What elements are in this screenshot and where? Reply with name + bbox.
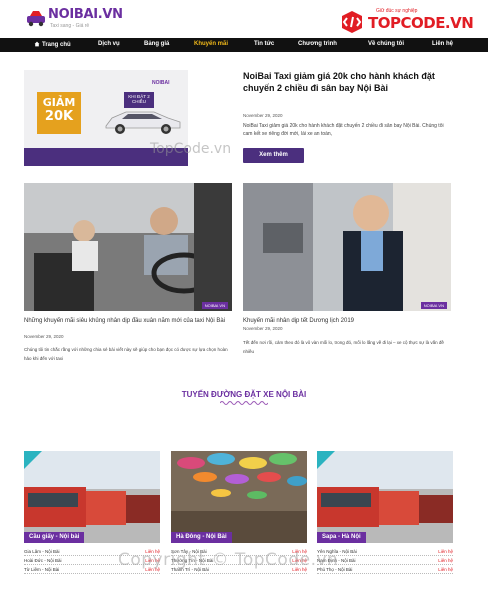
route-card[interactable]: Sapa - Hà Nội — [317, 451, 453, 543]
article-image[interactable]: NOIBAI.VN — [24, 183, 232, 311]
contact-link[interactable]: Liên hệ — [438, 547, 453, 556]
route-card[interactable]: Hà Đông - Nội Bài — [171, 451, 307, 543]
nav-item-news[interactable]: Tin tức — [254, 41, 274, 47]
driver-photo — [243, 183, 451, 311]
car-image — [105, 111, 181, 134]
featured-desc: NoiBai Taxi giảm giá 20k cho hành khách … — [243, 123, 444, 137]
nav-item-promotions[interactable]: Khuyến mãi — [194, 41, 228, 47]
contact-link[interactable]: Liên hệ — [438, 565, 453, 574]
image-watermark: NOIBAI.VN — [420, 302, 447, 309]
topcode-badge-icon — [342, 11, 362, 33]
nav-item-about[interactable]: Về chúng tôi — [368, 41, 404, 47]
topcode-text: TOPCODE.VN — [368, 14, 474, 32]
route-name: Gia Lâm - Nội Bài — [24, 549, 60, 554]
watermark: TopCode.vn — [150, 141, 232, 157]
home-icon — [34, 41, 40, 47]
route-label: Hà Đông - Nội Bài — [171, 532, 232, 543]
article-date: November 29, 2020 — [24, 334, 64, 339]
route-name: Hoài Đức - Nội Bài — [24, 558, 62, 563]
corner-accent — [317, 451, 335, 469]
promo-badge: GIẢM 20K — [37, 92, 81, 134]
corner-accent — [24, 451, 42, 469]
featured-date: November 29, 2020 — [243, 113, 283, 118]
article-title[interactable]: Những khuyến mãi siêu khủng nhân dịp đầu… — [24, 317, 232, 325]
article-title[interactable]: Khuyến mãi nhân dịp tết Dương lịch 2019 — [243, 317, 451, 325]
bus-photo — [24, 451, 160, 543]
topcode-logo[interactable]: Giữ đúc sự nghiệp TOPCODE.VN — [340, 6, 474, 34]
nav-item-programs[interactable]: Chương trình — [298, 41, 337, 47]
article-date: November 29, 2020 — [243, 326, 283, 331]
article-desc: Chúng tôi tin chắc rằng với những chia s… — [24, 347, 228, 361]
route-card[interactable]: Cầu giấy - Nội bài — [24, 451, 160, 543]
nav-item-home[interactable]: Trang chủ — [34, 41, 71, 48]
image-watermark: NOIBAI.VN — [201, 302, 228, 309]
umbrella-street-photo — [171, 451, 307, 543]
car-interior-photo — [24, 183, 232, 311]
nav-item-pricing[interactable]: Bảng giá — [144, 41, 169, 47]
copyright-watermark: Copyright © TopCode.vn — [118, 550, 339, 570]
site-header: NOIBAI.VN Taxi sang - Giá rẻ Giữ đúc sự … — [0, 0, 488, 38]
read-more-button[interactable]: Xem thêm — [243, 148, 304, 163]
route-label: Sapa - Hà Nội — [317, 532, 366, 543]
logo-tagline: Taxi sang - Giá rẻ — [50, 23, 90, 29]
promo-brand: NOIBAI — [152, 80, 170, 86]
route-label: Cầu giấy - Nội bài — [24, 532, 85, 543]
wave-divider-icon — [220, 401, 268, 405]
contact-link[interactable]: Liên hệ — [438, 556, 453, 565]
promo-line2: 20K — [44, 109, 74, 124]
featured-title[interactable]: NoiBai Taxi giảm giá 20k cho hành khách … — [243, 70, 453, 94]
car-icon — [27, 11, 45, 27]
nav-item-services[interactable]: Dịch vụ — [98, 41, 120, 47]
bus-photo — [317, 451, 453, 543]
section-title: TUYẾN ĐƯỜNG ĐẶT XE NỘI BÀI — [181, 390, 307, 399]
site-logo[interactable]: NOIBAI.VN Taxi sang - Giá rẻ — [26, 7, 136, 33]
article-image[interactable]: NOIBAI.VN — [243, 183, 451, 311]
main-nav: Trang chủ Dịch vụ Bảng giá Khuyến mãi Ti… — [0, 38, 488, 52]
logo-text: NOIBAI.VN — [48, 7, 123, 22]
nav-label: Trang chủ — [42, 42, 71, 48]
route-name: Từ Liêm - Nội Bài — [24, 567, 60, 572]
promo-line1: GIẢM — [42, 96, 76, 109]
article-desc: Tết đến nơi rồi, cảm theo đó là vô vàn m… — [243, 340, 444, 354]
nav-item-contact[interactable]: Liên hệ — [432, 41, 453, 47]
